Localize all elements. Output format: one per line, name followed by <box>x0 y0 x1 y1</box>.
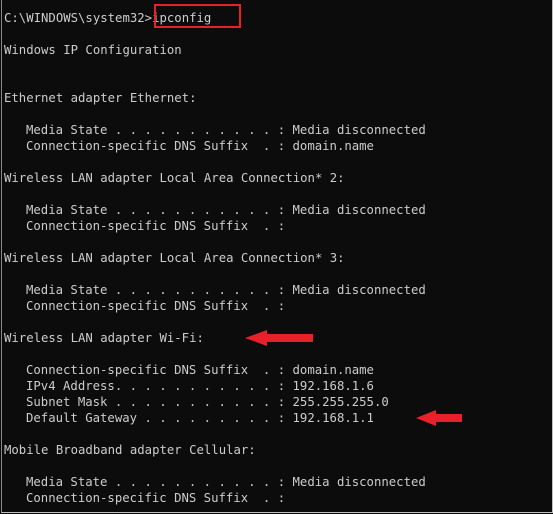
adapter-line: Media State . . . . . . . . . . . : Medi… <box>26 475 426 489</box>
adapter-line: Connection-specific DNS Suffix . : <box>26 299 286 313</box>
adapter-line: Connection-specific DNS Suffix . : domai… <box>26 139 374 153</box>
arrow-left-icon <box>245 330 313 346</box>
adapter-header: Wireless LAN adapter Local Area Connecti… <box>4 251 345 265</box>
command-prompt-window[interactable]: C:\WINDOWS\system32>ipconfig Windows IP … <box>1 0 553 513</box>
adapter-header: Mobile Broadband adapter Cellular: <box>4 443 256 457</box>
adapter-line: Connection-specific DNS Suffix . : <box>26 491 286 505</box>
adapter-header: Ethernet adapter Ethernet: <box>4 91 197 105</box>
adapter-line: Connection-specific DNS Suffix . : domai… <box>26 363 374 377</box>
adapter-header-wifi: Wireless LAN adapter Wi-Fi: <box>4 331 204 345</box>
adapter-line-ipv4: IPv4 Address. . . . . . . . . . . : 192.… <box>26 379 374 393</box>
arrow-left-icon <box>416 410 462 426</box>
adapter-line: Media State . . . . . . . . . . . : Medi… <box>26 203 426 217</box>
adapter-line-subnet: Subnet Mask . . . . . . . . . . . : 255.… <box>26 395 389 409</box>
adapter-line-gateway: Default Gateway . . . . . . . . . : 192.… <box>26 411 374 425</box>
output-title: Windows IP Configuration <box>4 43 182 57</box>
adapter-line: Media State . . . . . . . . . . . : Medi… <box>26 123 426 137</box>
adapter-line: Media State . . . . . . . . . . . : Medi… <box>26 283 426 297</box>
adapter-line: Connection-specific DNS Suffix . : <box>26 219 286 233</box>
adapter-header: Wireless LAN adapter Local Area Connecti… <box>4 171 345 185</box>
command-highlight-box <box>154 4 241 28</box>
prompt-path: C:\WINDOWS\system32> <box>4 11 153 25</box>
